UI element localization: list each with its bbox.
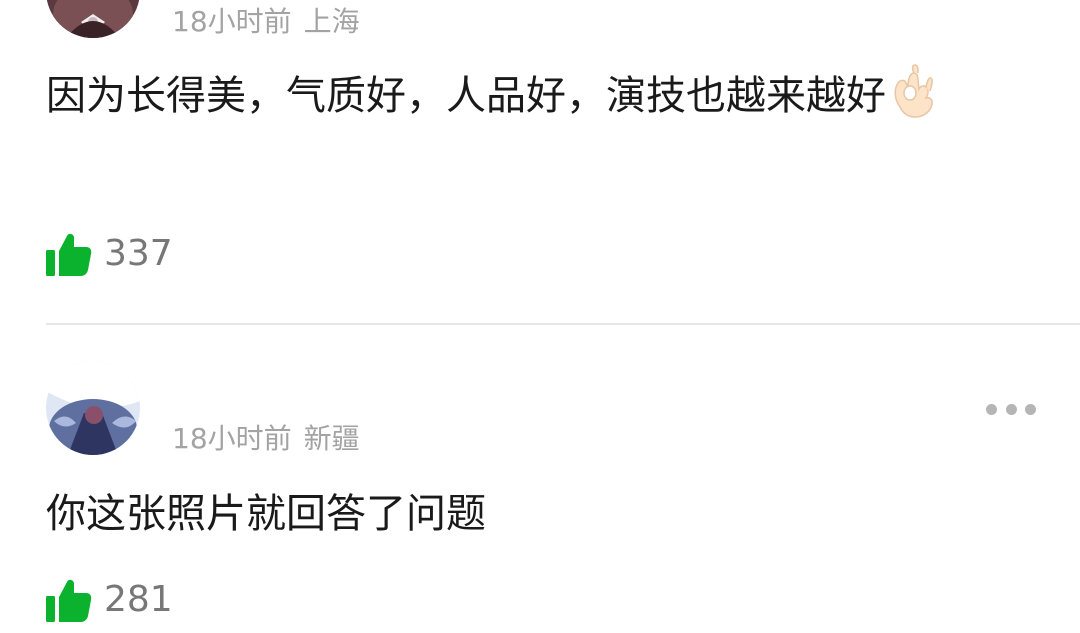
comment-meta: 18小时前 新疆 [172, 421, 360, 457]
avatar-image [46, 0, 140, 38]
comment-text-content: 因为长得美，气质好，人品好，演技也越来越好 [46, 73, 886, 119]
comment-item: 18小时前 上海 因为长得美，气质好，人品好，演技也越来越好 337 [0, 0, 1080, 323]
like-count: 281 [104, 579, 173, 620]
like-count: 337 [104, 233, 173, 274]
like-button[interactable]: 281 [46, 577, 173, 623]
comment-location: 上海 [303, 5, 360, 38]
comment-text: 你这张照片就回答了问题 [46, 481, 1036, 547]
thumbs-up-icon [46, 579, 92, 622]
comment-item: 18小时前 新疆 你这张照片就回答了问题 281 [0, 325, 1080, 633]
more-options-button[interactable] [986, 398, 1036, 420]
thumbs-up-icon [46, 233, 92, 276]
more-icon-dot [1005, 403, 1017, 415]
avatar-image [46, 361, 140, 455]
avatar[interactable] [46, 361, 140, 455]
ok-hand-emoji [894, 64, 933, 118]
comment-text: 因为长得美，气质好，人品好，演技也越来越好 [46, 63, 1036, 129]
more-icon [986, 403, 997, 415]
comment-time: 18小时前 [172, 5, 292, 38]
avatar[interactable] [46, 0, 140, 38]
comment-time: 18小时前 [172, 422, 292, 455]
comment-location: 新疆 [303, 422, 360, 455]
comment-text-content: 你这张照片就回答了问题 [46, 491, 486, 537]
more-icon-dot [1025, 403, 1036, 415]
like-button[interactable]: 337 [46, 231, 173, 277]
comment-meta: 18小时前 上海 [172, 4, 360, 40]
